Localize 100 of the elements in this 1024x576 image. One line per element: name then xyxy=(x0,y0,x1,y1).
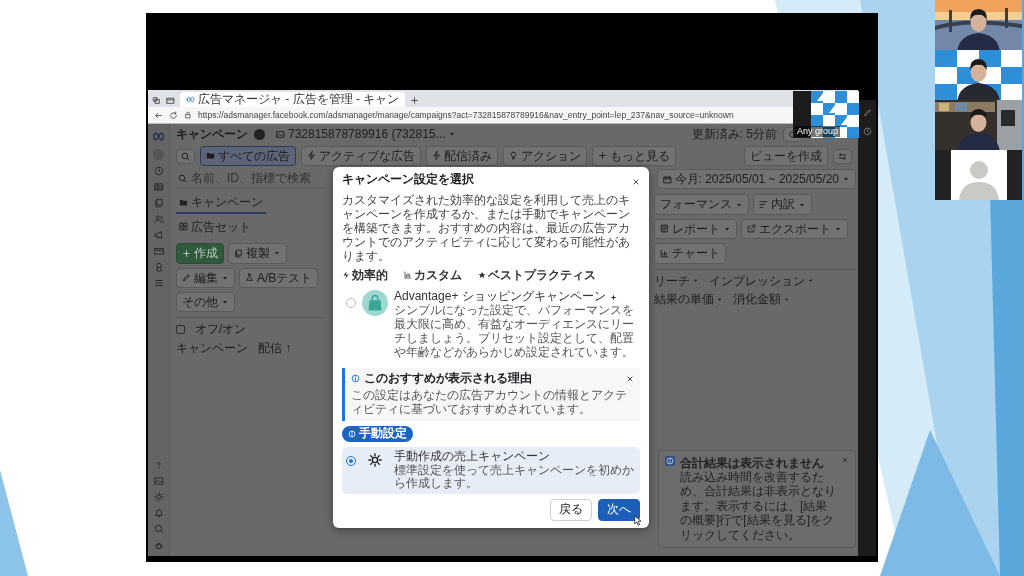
level-tab[interactable]: キャンペーン xyxy=(176,193,266,214)
plus-icon xyxy=(598,151,607,161)
account-selector[interactable]: 732815878789916 (732815... xyxy=(271,125,462,144)
column-header[interactable]: オフ/オン xyxy=(195,322,247,337)
note-text: この設定はあなたの広告アカウントの情報とアクティビティに基づいておすすめされています。 xyxy=(351,388,628,417)
toolbar-button[interactable]: レポート xyxy=(654,218,737,240)
sliders-icon xyxy=(838,151,847,161)
close-icon xyxy=(626,374,634,383)
copy-icon xyxy=(153,198,164,208)
info-icon xyxy=(665,455,675,466)
back-button[interactable]: 戻る xyxy=(550,499,592,521)
lock-icon xyxy=(184,111,192,119)
category-label: カスタム xyxy=(404,268,462,283)
toolbar-button[interactable]: 編集 xyxy=(176,267,235,288)
toolbar-button[interactable]: フォーマンス xyxy=(654,194,749,215)
caret-icon xyxy=(807,277,814,285)
account-avatar[interactable] xyxy=(254,129,265,140)
search-icon xyxy=(178,173,187,183)
filter-button[interactable]: アクション xyxy=(503,145,587,167)
filter-button[interactable]: すべての広告 xyxy=(200,145,296,167)
lightning-icon xyxy=(342,271,350,280)
search-icon xyxy=(181,151,190,161)
dialog-description: カスタマイズされた効率的な設定を利用して売上のキャンペーンを作成するか、または手動でキャンペーンを構築できます。おすすめの内容は、最近の広告アカウントでのアクティビティに応じて変わる可能性があります。 xyxy=(342,194,631,264)
option-description: シンプルになった設定で、パフォーマンスを最大限に高め、有益なオーディエンスにリーチしましょう。プリセット設定として、配置や年齢などがあらかじめ設定されています。 xyxy=(394,304,635,360)
card-icon xyxy=(153,246,164,256)
bell-icon xyxy=(153,508,164,518)
toast-message: 読み込み時間を改善するため、合計結果は非表示となります。表示するには、[結果の概要]行で[結果を見る]をクリックしてください。 xyxy=(680,470,836,542)
chart-icon xyxy=(660,248,669,258)
category-label: ベストプラクティス xyxy=(478,268,596,283)
list-icon xyxy=(759,200,768,210)
create-button[interactable]: 作成 xyxy=(176,243,224,264)
gear-icon xyxy=(368,452,382,467)
clock-icon xyxy=(862,127,872,136)
new-tab-icon xyxy=(410,96,420,105)
page-title: キャンペーン xyxy=(176,127,248,142)
filter-button[interactable]: もっと見る xyxy=(592,145,676,167)
settings-icon xyxy=(153,492,164,502)
folder-icon xyxy=(206,151,215,161)
option-title: Advantage+ ショッピングキャンペーン xyxy=(394,290,606,304)
menu-icon xyxy=(153,278,164,288)
category-label: 効率的 xyxy=(342,268,388,283)
award-icon xyxy=(153,262,164,272)
infinity-icon xyxy=(186,95,195,104)
flask-icon xyxy=(245,273,254,283)
toolbar-button[interactable]: 複製 xyxy=(228,243,287,264)
export-icon xyxy=(747,224,756,234)
grid-icon xyxy=(179,222,188,232)
column-header[interactable]: キャンペーン xyxy=(176,340,248,356)
column-header[interactable]: 結果の単価 xyxy=(654,291,723,307)
clock-icon xyxy=(153,166,164,176)
option-description: 標準設定を使って売上キャンペーンを初めから作成します。 xyxy=(394,463,635,492)
toolbar-button[interactable]: A/Bテスト xyxy=(239,267,319,288)
option-title: 手動作成の売上キャンペーン xyxy=(394,449,551,464)
workspaces-icon xyxy=(152,96,161,105)
filter-button[interactable]: アクティブな広告 xyxy=(301,145,421,167)
filter-button[interactable]: 配信済み xyxy=(426,145,498,167)
toolbar-button[interactable]: 内訳 xyxy=(753,194,812,215)
section-label: 手動設定 xyxy=(342,425,413,442)
column-header[interactable]: リーチ xyxy=(654,273,699,288)
caret-icon xyxy=(692,277,699,285)
date-range-picker[interactable]: 今月: 2025/05/01 ~ 2025/05/20 xyxy=(656,169,856,190)
search-icon xyxy=(153,524,164,534)
sparkle-icon xyxy=(609,293,617,301)
campaign-option[interactable]: Advantage+ ショッピングキャンペーン シンプルになった設定で、パフォーマンスを最大限に高め、有益なオーディエンスにリーチしましょう。プリセット設定として、配置や年齢などがあらかじめ設定されています。 xyxy=(342,287,640,363)
level-tab[interactable]: 広告セット xyxy=(176,217,254,239)
close-icon xyxy=(632,177,640,186)
calendar-icon xyxy=(662,174,672,184)
back-icon xyxy=(154,110,163,120)
ad-account-icon xyxy=(276,130,285,139)
dialog-title: キャンペーン設定を選択 xyxy=(342,173,474,187)
copy-icon xyxy=(234,248,243,258)
pencil-icon xyxy=(862,108,872,117)
megaphone-icon xyxy=(153,230,164,240)
chart-icon xyxy=(404,271,412,280)
infinity-logo xyxy=(152,130,165,143)
campaign-option[interactable]: 手動作成の売上キャンペーン 標準設定を使って売上キャンペーンを初めから作成します。 xyxy=(342,446,640,495)
tabs-icon xyxy=(166,96,175,105)
search-button[interactable] xyxy=(176,148,195,164)
checkbox[interactable] xyxy=(176,325,185,335)
folder-icon xyxy=(179,198,188,208)
note-title: このおすすめが表示される理由 xyxy=(364,371,533,386)
update-status: 更新済み: 5分前 xyxy=(691,127,777,142)
toolbar-button[interactable]: チャート xyxy=(654,243,726,264)
column-header[interactable]: 消化金額 xyxy=(733,291,790,307)
toast-title: 合計結果は表示されません xyxy=(680,455,825,471)
toolbar-button[interactable]: エクスポート xyxy=(741,218,848,240)
toolbar-button[interactable]: その他 xyxy=(176,291,235,313)
create-view-button[interactable]: ビューを作成 xyxy=(744,145,828,167)
star-icon xyxy=(478,271,486,280)
table-icon xyxy=(153,182,164,192)
column-header[interactable]: 配信 ↑ xyxy=(258,340,292,356)
lightning-icon xyxy=(432,151,441,161)
pencil-icon xyxy=(182,273,191,283)
plus-icon xyxy=(182,248,191,258)
reload-icon xyxy=(169,110,178,120)
people-icon xyxy=(153,214,164,224)
browser-tab[interactable]: 広告マネージャ - 広告を管理 - キャン xyxy=(180,92,406,107)
column-header[interactable]: インプレッション xyxy=(709,273,814,288)
customize-button[interactable] xyxy=(833,148,852,164)
image-icon xyxy=(153,476,164,486)
